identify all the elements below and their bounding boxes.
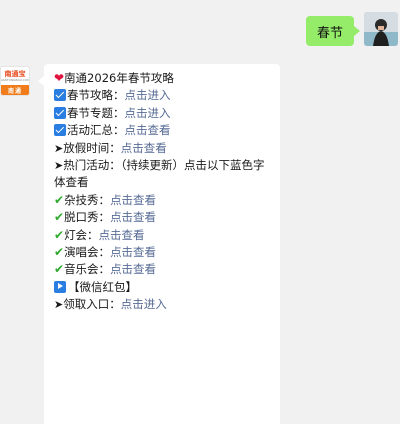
play-icon [54,280,66,293]
arrow-icon: ➤ [54,159,64,173]
activity-link[interactable]: 点击查看 [99,228,145,242]
holiday-label: 放假时间： [63,140,121,155]
red-packet-text: 【微信红包】 [68,279,137,294]
user-avatar-image [364,12,398,46]
activity-item: ✔脱口秀：点击查看 [54,209,270,226]
activity-label: 演唱会： [64,245,111,260]
bot-avatar-city: 南通 [1,85,29,95]
check-icon: ✔ [54,262,65,277]
red-packet-line: 【微信红包】 [54,279,270,296]
user-message-text: 春节 [316,25,343,41]
checklist-label: 春节专题： [67,105,125,120]
checklist-link[interactable]: 点击进入 [125,106,171,120]
checkbox-icon [54,124,66,137]
bot-avatar-logo: 南通宝 NANTONGBAO.COM [1,67,29,85]
holiday-line: ➤放假时间：点击查看 [54,140,270,157]
checklist-link[interactable]: 点击查看 [125,123,171,137]
arrow-icon: ➤ [54,298,64,312]
activity-item: ✔演唱会：点击查看 [54,244,270,261]
check-icon: ✔ [54,245,65,260]
checkbox-icon [54,106,66,119]
bot-message-bubble: ❤南通2026年春节攻略 春节攻略：点击进入 春节专题：点击进入 活动汇总：点击… [38,64,280,424]
holiday-link[interactable]: 点击查看 [121,141,167,155]
check-icon: ✔ [54,210,65,225]
activity-item: ✔杂技秀：点击查看 [54,192,270,209]
checklist-item: 春节专题：点击进入 [54,105,270,122]
activity-label: 脱口秀： [64,210,111,225]
claim-label: 领取入口： [63,297,121,312]
claim-line: ➤领取入口：点击进入 [54,296,270,313]
checklist-link[interactable]: 点击进入 [125,88,171,102]
user-message-bubble: 春节 [306,16,360,46]
bot-avatar-brand: 南通宝 [4,70,26,78]
activity-label: 灯会： [64,227,99,242]
bot-avatar[interactable]: 南通宝 NANTONGBAO.COM 南通 [0,66,30,96]
checklist-label: 活动汇总： [67,123,125,138]
activity-label: 杂技秀： [64,192,111,207]
bot-avatar-domain: NANTONGBAO.COM [0,78,30,82]
activity-link[interactable]: 点击查看 [110,193,156,207]
claim-link[interactable]: 点击进入 [121,297,167,311]
arrow-icon: ➤ [54,141,64,155]
checklist-item: 春节攻略：点击进入 [54,87,270,104]
activity-item: ✔音乐会：点击查看 [54,261,270,278]
checkbox-icon [54,89,66,102]
activity-link[interactable]: 点击查看 [110,210,156,224]
heart-icon: ❤ [54,71,65,85]
title-text: 南通2026年春节攻略 [64,71,174,85]
activity-link[interactable]: 点击查看 [110,262,156,276]
checklist-item: 活动汇总：点击查看 [54,122,270,139]
hot-activities-text: 热门活动：（持续更新）点击以下蓝色字体查看 [54,158,265,190]
activity-link[interactable]: 点击查看 [110,245,156,259]
user-avatar[interactable] [364,12,398,46]
message-title: ❤南通2026年春节攻略 [54,70,270,87]
activity-item: ✔灯会：点击查看 [54,227,270,244]
check-icon: ✔ [54,227,65,242]
check-icon: ✔ [54,192,65,207]
checklist-label: 春节攻略： [67,88,125,103]
hot-activities-line: ➤热门活动：（持续更新）点击以下蓝色字体查看 [54,157,270,192]
activity-label: 音乐会： [64,262,111,277]
